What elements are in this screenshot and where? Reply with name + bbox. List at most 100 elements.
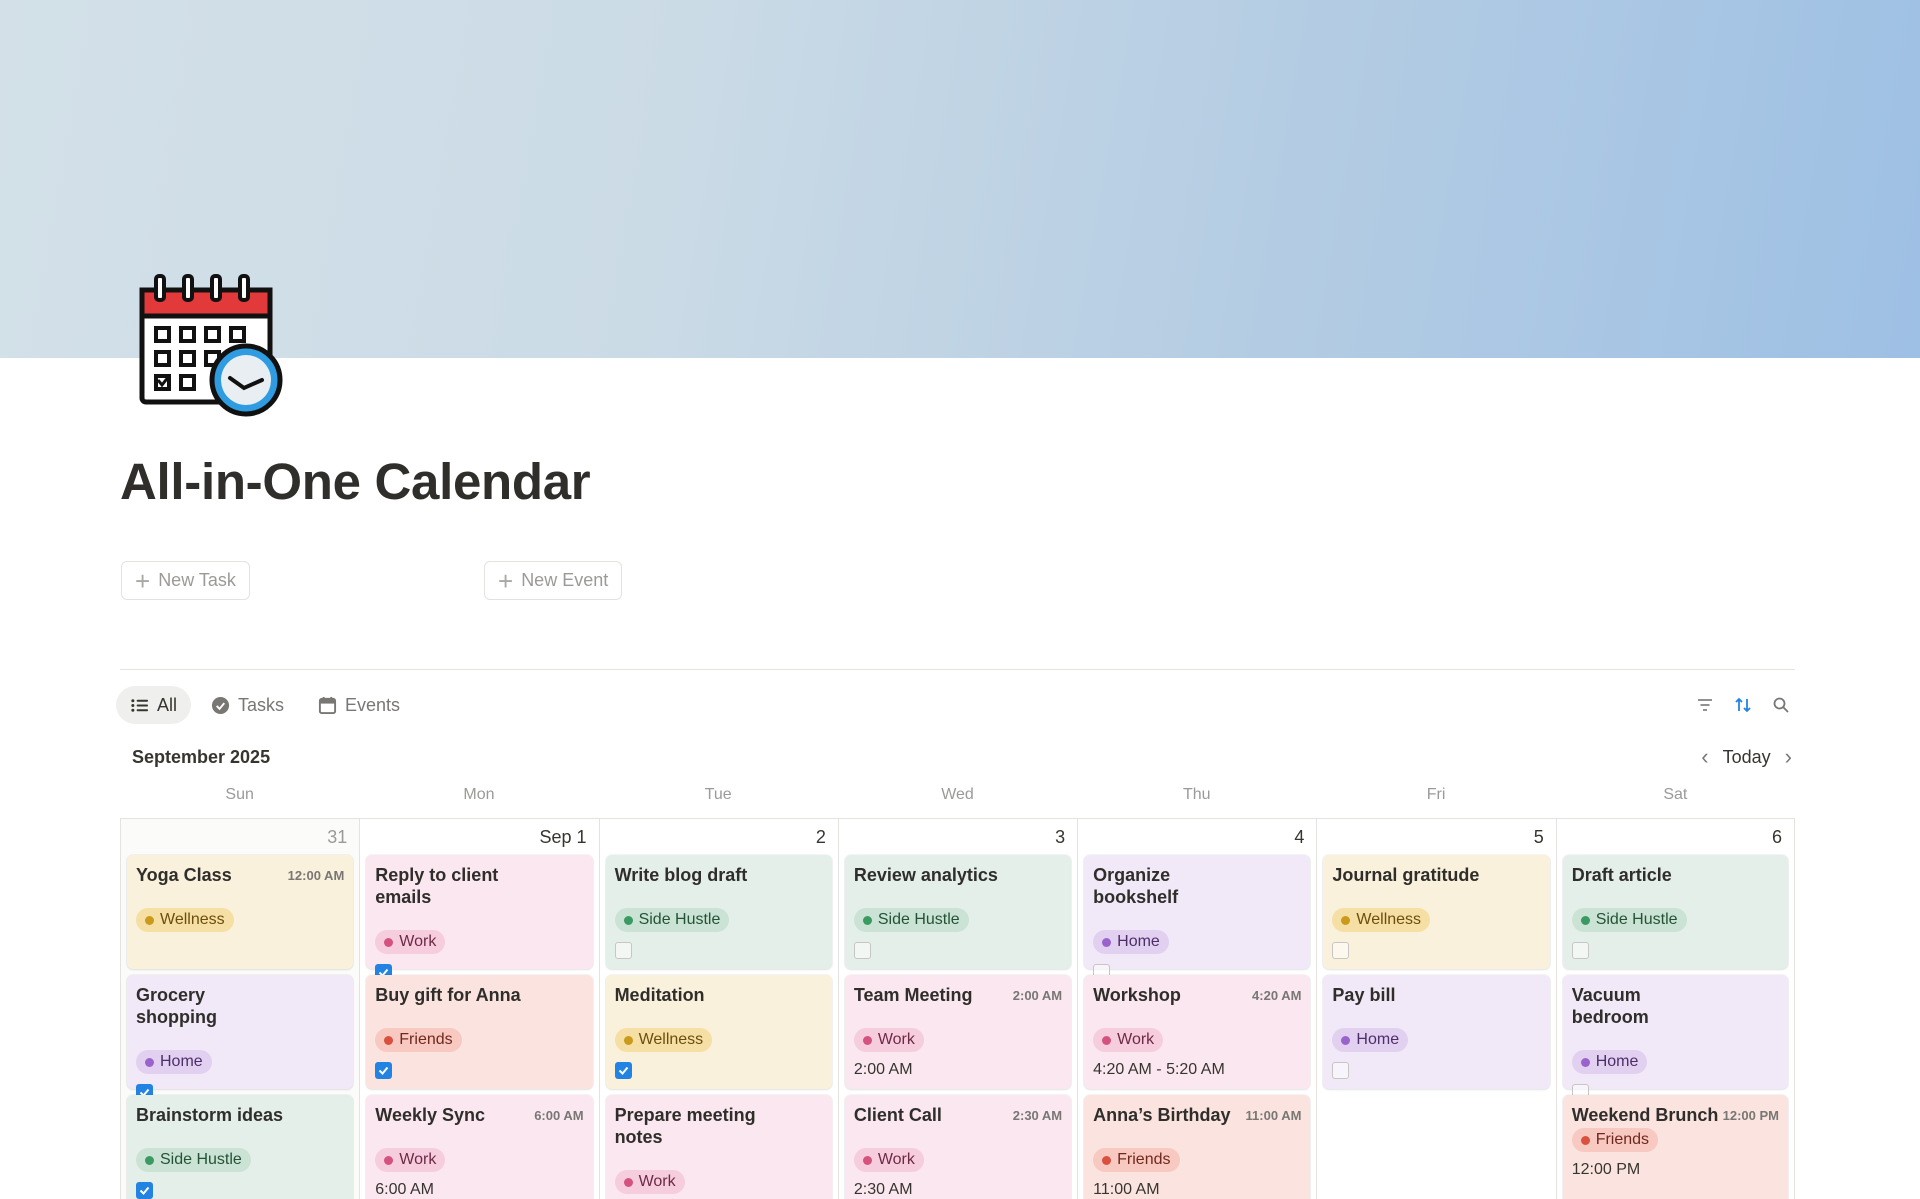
- list-icon: [131, 698, 149, 712]
- category-tag: Side Hustle: [136, 1148, 251, 1172]
- plus-icon: +: [498, 565, 514, 596]
- new-task-button[interactable]: + New Task: [121, 561, 250, 600]
- category-tag: Work: [614, 1170, 685, 1194]
- category-tag: Home: [1571, 1050, 1648, 1074]
- category-tag: Wellness: [136, 908, 234, 932]
- tag-label: Side Hustle: [160, 1151, 242, 1168]
- card-time: 2:30 AM: [1012, 1108, 1063, 1123]
- task-checkbox[interactable]: [853, 942, 871, 959]
- calendar-card[interactable]: Vacuum bedroom Home: [1562, 975, 1788, 1101]
- day-cell[interactable]: 4 Organize bookshelf Home Workshop 4:20 AM Wo…: [1077, 819, 1316, 1199]
- task-checkbox[interactable]: [614, 1062, 632, 1079]
- day-cell[interactable]: 31 Yoga Class 12:00 AM Wellness Grocery shop…: [120, 819, 360, 1199]
- card-title: Prepare meeting notes: [614, 1105, 756, 1147]
- category-tag: Friends: [1093, 1148, 1180, 1172]
- calendar-card[interactable]: Client Call 2:30 AM Work 2:30 AM: [844, 1095, 1072, 1199]
- card-title: Buy gift for Anna: [375, 985, 521, 1005]
- tab-all-label: All: [157, 694, 178, 715]
- day-cell[interactable]: 6 Draft article Side Hustle Vacuum bedroom H…: [1555, 819, 1795, 1199]
- card-time: 12:00 AM: [287, 868, 345, 883]
- calendar-card[interactable]: Anna’s Birthday 11:00 AM Friends 11:00 AM: [1084, 1095, 1311, 1199]
- weekday-label: Thu: [1182, 786, 1211, 803]
- calendar-clock-icon[interactable]: [136, 270, 286, 420]
- task-checkbox[interactable]: [375, 1062, 393, 1079]
- card-time-range: 2:00 AM: [853, 1061, 913, 1078]
- calendar-card[interactable]: Grocery shopping Home: [127, 975, 354, 1101]
- today-button[interactable]: Today: [1723, 747, 1771, 768]
- card-title: Pay bill: [1332, 985, 1396, 1005]
- search-icon[interactable]: [1770, 694, 1792, 716]
- task-checkbox[interactable]: [136, 1182, 153, 1199]
- calendar-card[interactable]: Reply to client emails Work: [366, 855, 593, 981]
- category-tag: Work: [1093, 1028, 1164, 1052]
- new-event-button[interactable]: + New Event: [484, 561, 623, 600]
- weekday-label: Wed: [941, 786, 974, 803]
- page-cover: [0, 0, 1920, 358]
- calendar-card[interactable]: Draft article Side Hustle: [1562, 855, 1788, 969]
- category-tag: Side Hustle: [1571, 908, 1687, 932]
- filter-icon[interactable]: [1694, 694, 1716, 716]
- calendar-card[interactable]: Brainstorm ideas Side Hustle: [127, 1095, 354, 1199]
- calendar-card[interactable]: Journal gratitude Wellness: [1323, 855, 1550, 969]
- plus-icon: +: [135, 565, 151, 596]
- calendar-card[interactable]: Buy gift for Anna Friends: [366, 975, 593, 1089]
- tag-label: Home: [160, 1053, 203, 1070]
- tag-label: Side Hustle: [1595, 911, 1678, 928]
- calendar-card[interactable]: Meditation Wellness: [605, 975, 832, 1089]
- card-title: Vacuum bedroom: [1571, 985, 1649, 1027]
- card-time: 4:20 AM: [1252, 988, 1302, 1003]
- day-cell[interactable]: 2 Write blog draft Side Hustle Meditation We…: [598, 819, 838, 1199]
- tag-label: Wellness: [160, 911, 225, 928]
- card-time-range: 6:00 AM: [375, 1181, 434, 1198]
- calendar-card[interactable]: Review analytics Side Hustle: [844, 855, 1072, 969]
- tab-events-label: Events: [345, 694, 401, 715]
- tag-dot-icon: [1341, 915, 1351, 925]
- tag-label: Friends: [399, 1031, 453, 1048]
- card-time: 12:00 PM: [1722, 1108, 1779, 1123]
- calendar-card[interactable]: Prepare meeting notes Work: [605, 1095, 832, 1199]
- tag-label: Friends: [1595, 1131, 1650, 1148]
- day-cell[interactable]: 3 Review analytics Side Hustle Team Meeting…: [837, 819, 1077, 1199]
- category-tag: Work: [853, 1148, 924, 1172]
- tag-dot-icon: [1580, 1057, 1590, 1067]
- weekday-label: Sat: [1663, 786, 1688, 803]
- category-tag: Wellness: [1332, 908, 1431, 932]
- task-checkbox[interactable]: [1332, 1062, 1350, 1079]
- weekday-label: Tue: [704, 786, 732, 803]
- task-checkbox[interactable]: [1571, 942, 1589, 959]
- category-tag: Home: [136, 1050, 212, 1074]
- tag-label: Home: [1356, 1031, 1400, 1048]
- card-time-range: 4:20 AM - 5:20 AM: [1093, 1061, 1225, 1078]
- tab-all[interactable]: All: [116, 686, 192, 724]
- weekday-label: Fri: [1426, 786, 1446, 803]
- calendar-card[interactable]: Weekend Brunch 12:00 PM Friends 12:00 PM: [1562, 1095, 1788, 1199]
- sort-icon[interactable]: [1732, 694, 1754, 716]
- day-number: 4: [1294, 827, 1305, 847]
- task-checkbox[interactable]: [1332, 942, 1350, 959]
- tab-events[interactable]: Events: [304, 686, 414, 724]
- calendar-card[interactable]: Pay bill Home: [1323, 975, 1550, 1089]
- task-checkbox[interactable]: [614, 942, 632, 959]
- calendar-card[interactable]: Team Meeting 2:00 AM Work 2:00 AM: [844, 975, 1072, 1089]
- tag-label: Wellness: [638, 1031, 704, 1048]
- tag-dot-icon: [145, 915, 154, 925]
- day-cell[interactable]: Sep 1 Reply to client emails Work Buy gift …: [359, 819, 598, 1199]
- day-number: 6: [1771, 827, 1782, 847]
- chevron-right-icon[interactable]: ›: [1785, 744, 1792, 770]
- tag-dot-icon: [1341, 1035, 1351, 1045]
- calendar-card[interactable]: Write blog draft Side Hustle: [605, 855, 832, 969]
- day-number: 2: [815, 827, 826, 847]
- day-cell[interactable]: 5 Journal gratitude Wellness Pay bill Home: [1316, 819, 1555, 1199]
- calendar-card[interactable]: Yoga Class 12:00 AM Wellness: [127, 855, 354, 969]
- calendar-card[interactable]: Workshop 4:20 AM Work 4:20 AM - 5:20 AM: [1084, 975, 1311, 1089]
- calendar-card[interactable]: Organize bookshelf Home: [1084, 855, 1311, 981]
- tab-tasks[interactable]: Tasks: [197, 686, 298, 724]
- calendar-card[interactable]: Weekly Sync 6:00 AM Work 6:00 AM: [366, 1095, 593, 1199]
- chevron-left-icon[interactable]: ‹: [1701, 744, 1708, 770]
- tag-dot-icon: [384, 1035, 394, 1045]
- category-tag: Work: [375, 930, 446, 954]
- card-title: Grocery shopping: [136, 985, 217, 1027]
- card-time-range: 12:00 PM: [1571, 1161, 1641, 1178]
- database-toolbar: [1694, 694, 1792, 716]
- card-title: Write blog draft: [614, 865, 748, 885]
